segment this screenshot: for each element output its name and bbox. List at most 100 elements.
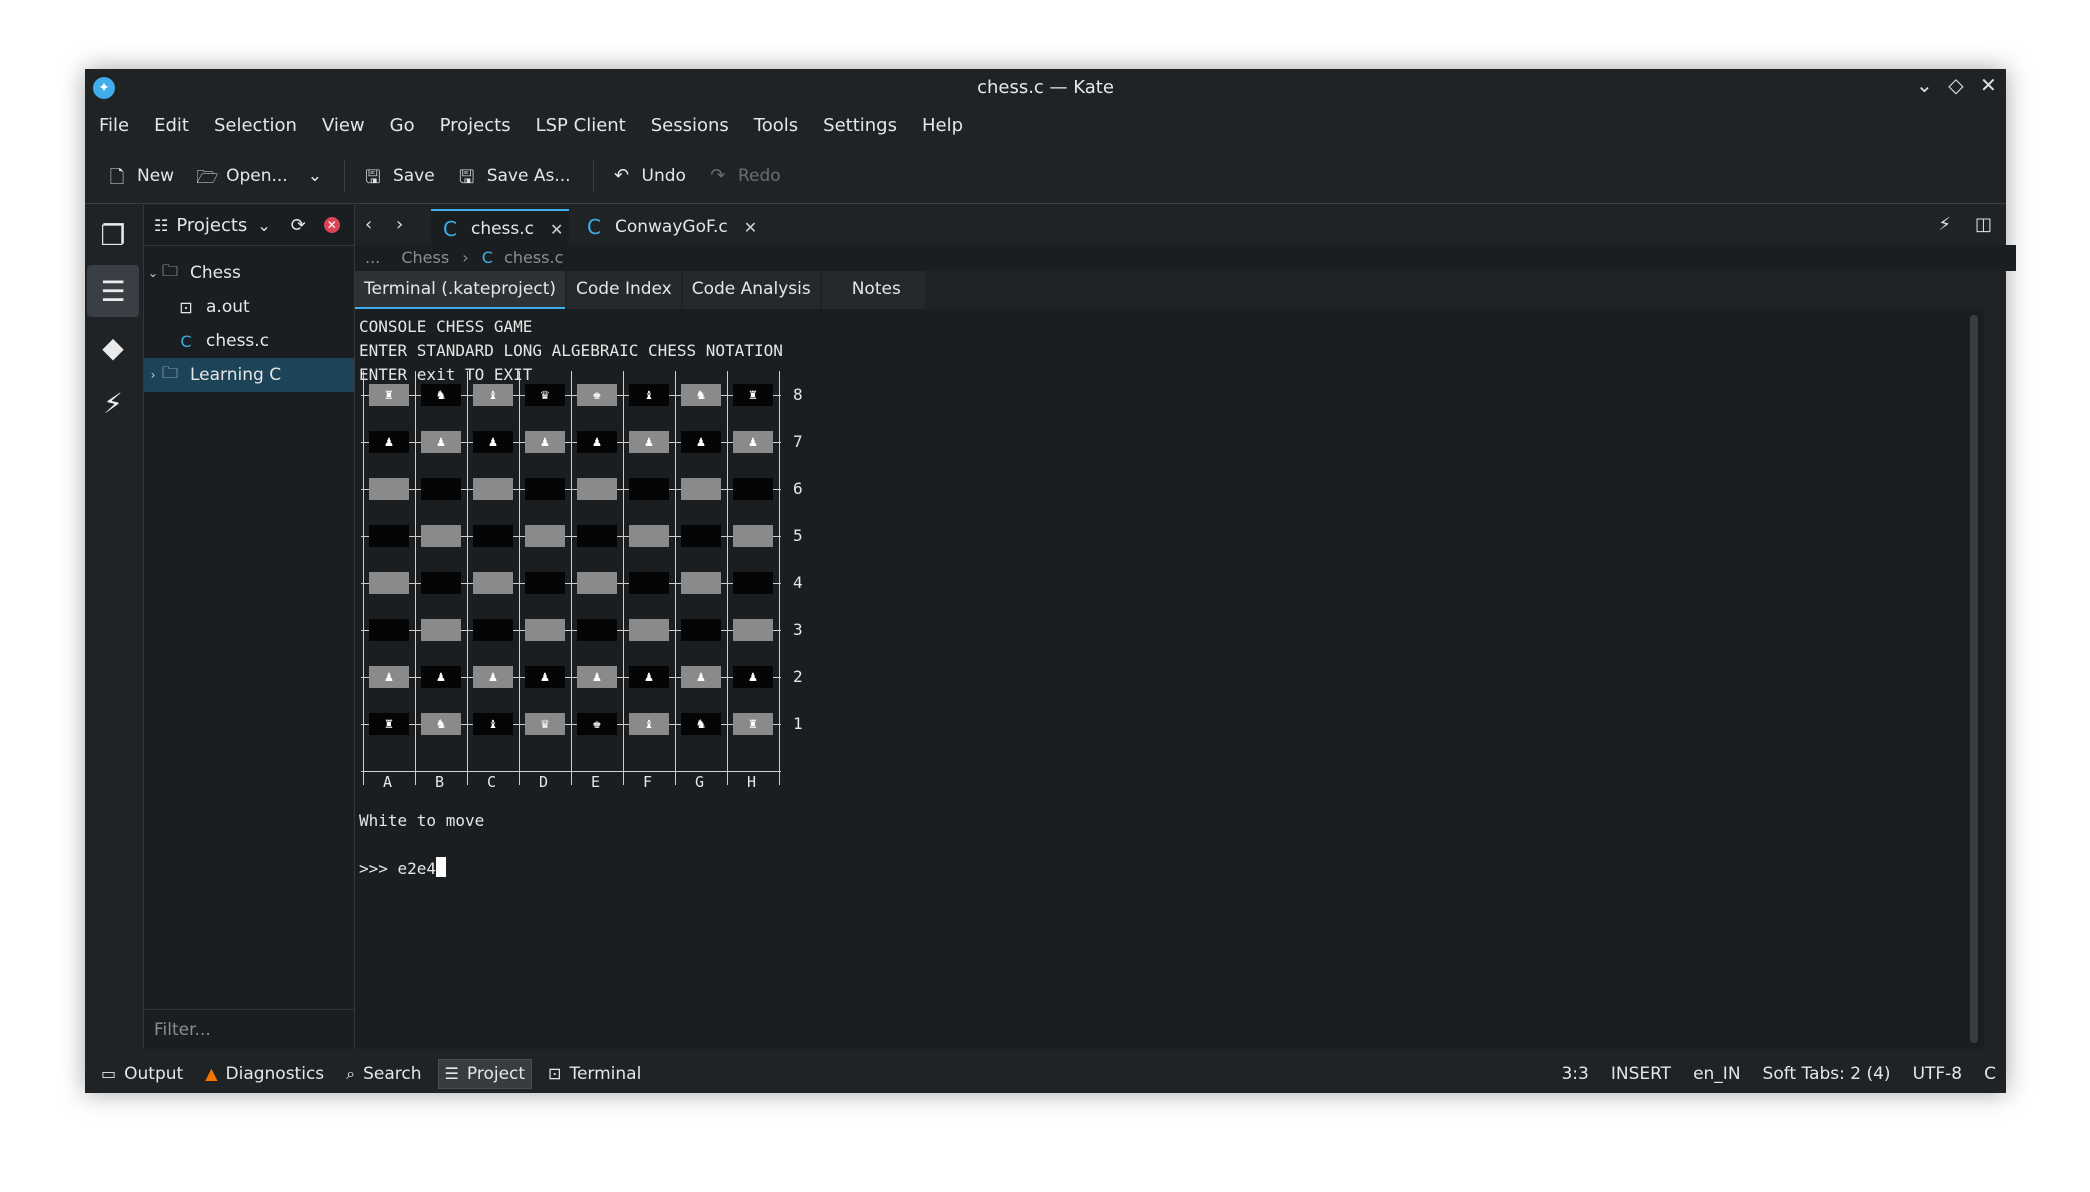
minimize-icon[interactable]: ⌄ [1916,73,1933,97]
rank-label: 8 [793,385,803,404]
chevron-down-icon[interactable]: ⌄ [308,166,322,186]
save-as-button[interactable]: 🖫 Save As... [457,165,571,188]
toolbar-separator [343,160,345,192]
tab-code-index[interactable]: Code Index [567,271,681,309]
maximize-icon[interactable]: ◇ [1948,73,1964,97]
git-icon[interactable]: ◆ [87,321,139,373]
open-button[interactable]: 🗁 Open... ⌄ [196,165,322,188]
indentation-settings[interactable]: Soft Tabs: 2 (4) [1763,1064,1891,1084]
split-view-icon[interactable]: ◫ [1975,214,1992,235]
menu-lsp-client[interactable]: LSP Client [536,109,626,143]
tree-item-learning-c[interactable]: › 🗀 Learning C [144,358,354,392]
dictionary-language[interactable]: en_IN [1693,1064,1740,1084]
board-square-g6 [681,478,721,500]
tab-conwaygof-c[interactable]: C ConwayGoF.c ✕ [575,209,769,245]
breadcrumb-folder[interactable]: Chess [401,248,449,267]
breadcrumb: ... Chess › C chess.c [355,245,2016,271]
rank-label: 6 [793,479,803,498]
menu-go[interactable]: Go [390,109,415,143]
project-button[interactable]: ☰ Project [437,1058,533,1089]
terminal-line: CONSOLE CHESS GAME [359,317,533,336]
terminal-button[interactable]: ⊡ Terminal [542,1060,647,1088]
projects-title[interactable]: Projects [176,215,247,236]
menu-view[interactable]: View [322,109,365,143]
close-tab-icon[interactable]: ✕ [744,218,757,237]
input-mode[interactable]: INSERT [1611,1064,1671,1084]
board-square-a1: ♜ [369,713,409,735]
board-square-h8: ♜ [733,384,773,406]
board-square-h4 [733,572,773,594]
tree-item-chess-c[interactable]: C chess.c [144,324,354,358]
file-encoding[interactable]: UTF-8 [1913,1064,1963,1084]
board-square-c4 [473,572,513,594]
breadcrumb-ellipsis[interactable]: ... [365,248,380,267]
close-project-icon[interactable]: ✕ [323,217,340,233]
board-square-b2: ♟ [421,666,461,688]
rank-label: 7 [793,432,803,451]
status-diagnostics-label: Diagnostics [225,1063,325,1084]
tree-label: chess.c [206,331,270,351]
menu-settings[interactable]: Settings [823,109,897,143]
menu-file[interactable]: File [99,109,129,143]
syntax-mode[interactable]: C [1984,1064,1996,1084]
project-icon: ☰ [444,1064,459,1083]
forward-arrow-icon[interactable]: › [396,214,403,235]
menu-help[interactable]: Help [922,109,963,143]
tab-code-analysis[interactable]: Code Analysis [682,271,820,309]
menu-selection[interactable]: Selection [214,109,297,143]
kate-window: ✦ chess.c — Kate ⌄ ◇ ✕ File Edit Selecti… [85,69,2016,1093]
chevron-right-icon[interactable]: › [146,368,160,382]
symbols-icon[interactable]: ⚡ [87,377,139,429]
tab-label: chess.c [470,219,535,239]
save-button[interactable]: 🖫 Save [363,165,434,188]
terminal-scrollbar[interactable] [1970,315,1978,1043]
board-square-e6 [577,478,617,500]
back-arrow-icon[interactable]: ‹ [365,214,372,235]
projects-icon[interactable]: ☰ [87,265,139,317]
c-file-icon: C [443,217,457,241]
board-file-line [415,371,416,785]
board-square-f7: ♟ [629,431,669,453]
close-window-icon[interactable]: ✕ [1980,73,1997,97]
board-square-f6 [629,478,669,500]
board-square-h3 [733,619,773,641]
menu-edit[interactable]: Edit [154,109,189,143]
menu-projects[interactable]: Projects [440,109,511,143]
search-button[interactable]: ⌕ Search [340,1060,427,1088]
breadcrumb-file[interactable]: chess.c [504,248,563,267]
output-button[interactable]: ▭ Output [95,1060,189,1088]
refresh-icon[interactable]: ⟳ [291,215,306,236]
new-button[interactable]: 🗋 New [107,165,174,188]
documents-icon[interactable]: ❐ [87,209,139,261]
terminal-line: ENTER STANDARD LONG ALGEBRAIC CHESS NOTA… [359,341,783,360]
diagnostics-button[interactable]: ▲ Diagnostics [199,1060,330,1088]
board-square-a6 [369,478,409,500]
filter-input[interactable]: Filter... [144,1009,354,1049]
quick-open-icon[interactable]: ⚡ [1938,214,1951,235]
terminal-view[interactable]: CONSOLE CHESS GAME ENTER STANDARD LONG A… [355,309,1984,1049]
chevron-down-icon[interactable]: ⌄ [257,216,270,235]
tree-item-a-out[interactable]: ⊡ a.out [144,290,354,324]
redo-button[interactable]: ↷ Redo [708,165,781,187]
board-square-a2: ♟ [369,666,409,688]
redo-label: Redo [737,166,781,186]
undo-button[interactable]: ↶ Undo [612,165,686,187]
board-square-e3 [577,619,617,641]
text-cursor [436,857,447,877]
board-square-c3 [473,619,513,641]
tab-terminal-kateproject[interactable]: Terminal (.kateproject) [355,271,566,309]
board-square-e7: ♟ [577,431,617,453]
tree-item-chess[interactable]: ⌄ 🗀 Chess [144,256,354,290]
menu-sessions[interactable]: Sessions [651,109,729,143]
tab-chess-c[interactable]: C chess.c ✕ [431,209,569,247]
close-tab-icon[interactable]: ✕ [550,220,563,239]
chevron-down-icon[interactable]: ⌄ [146,266,160,280]
tab-notes[interactable]: Notes [821,271,925,309]
menu-tools[interactable]: Tools [754,109,798,143]
board-file-line [623,371,624,785]
project-list-icon: ☷ [154,215,169,235]
board-file-line [727,371,728,785]
cursor-position[interactable]: 3:3 [1561,1064,1588,1084]
board-square-b5 [421,525,461,547]
board-square-a5 [369,525,409,547]
